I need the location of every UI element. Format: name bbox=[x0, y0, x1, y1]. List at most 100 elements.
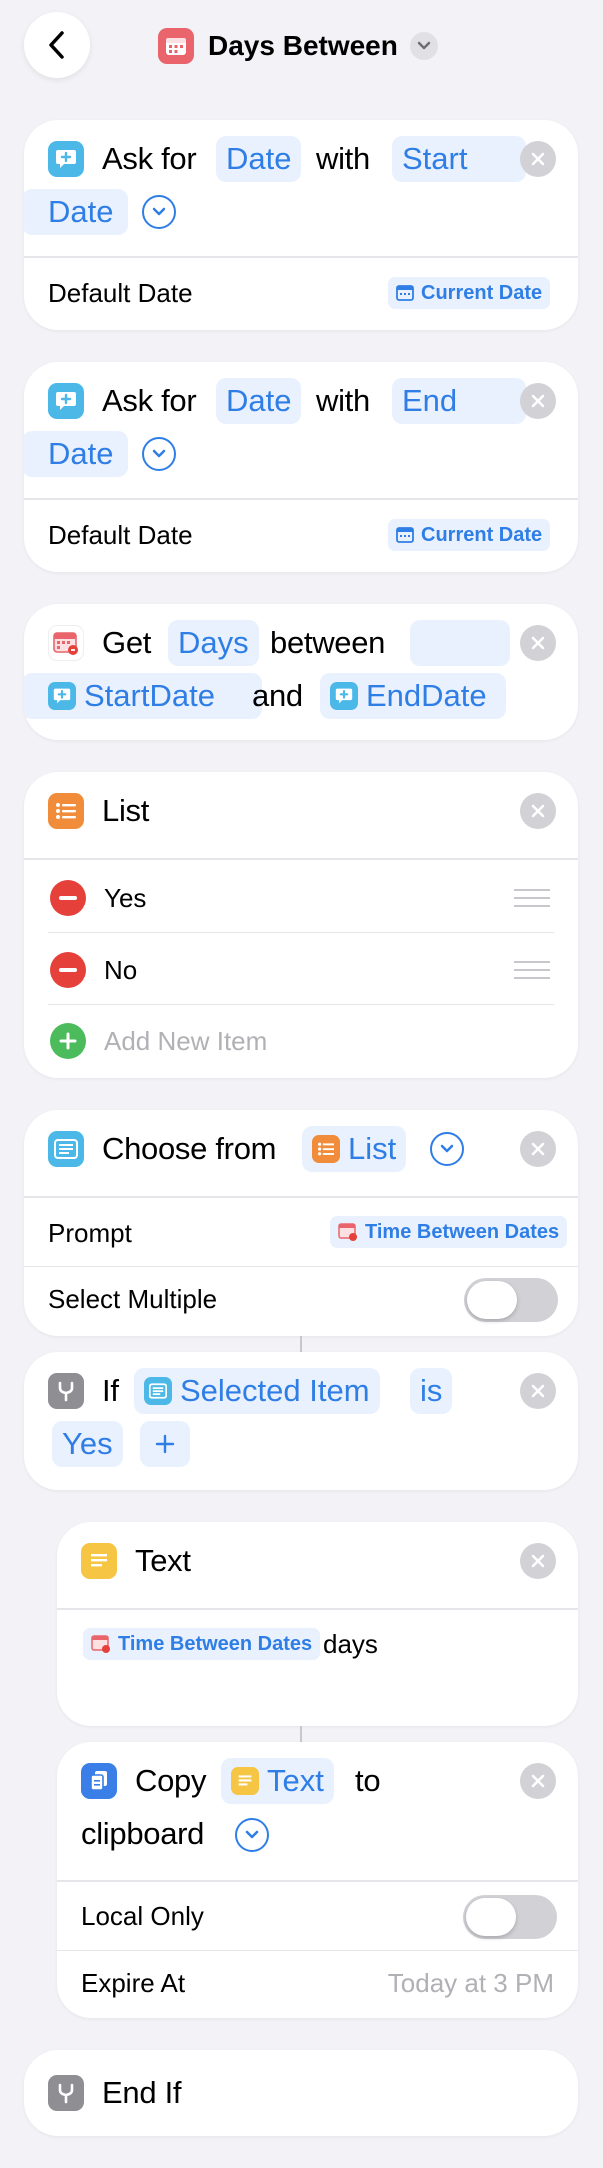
remove-action-button[interactable] bbox=[520, 625, 556, 661]
between-label: between bbox=[270, 625, 386, 660]
time-between-variable[interactable]: Time Between Dates bbox=[83, 1628, 321, 1660]
end-if-action[interactable]: End If bbox=[24, 2050, 578, 2136]
chevron-left-icon bbox=[49, 31, 64, 59]
expand-chevron-icon[interactable] bbox=[235, 1818, 269, 1852]
text-icon bbox=[81, 1543, 117, 1579]
end-date-variable[interactable]: EndDate bbox=[320, 673, 506, 719]
remove-action-button[interactable] bbox=[520, 1543, 556, 1579]
with-label: with bbox=[316, 383, 370, 418]
shortcut-title-button[interactable]: Days Between bbox=[158, 28, 440, 64]
calendar-small-icon bbox=[396, 527, 414, 543]
chevron-down-icon[interactable] bbox=[410, 32, 438, 60]
input-type-token[interactable]: Date bbox=[216, 136, 302, 182]
copy-label: Copy bbox=[135, 1763, 207, 1798]
condition-token[interactable]: is bbox=[410, 1368, 453, 1414]
question-field-line1[interactable]: End bbox=[392, 378, 526, 424]
add-new-item-field[interactable]: Add New Item bbox=[104, 1024, 267, 1058]
list-item[interactable]: Yes bbox=[104, 881, 146, 915]
add-condition-button[interactable] bbox=[140, 1421, 190, 1467]
text-action[interactable]: Text Time Between Dates days bbox=[57, 1522, 578, 1726]
default-date-label: Default Date bbox=[48, 278, 193, 308]
calendar-small-icon bbox=[91, 1635, 110, 1653]
divider bbox=[48, 932, 554, 933]
default-date-value[interactable]: Current Date bbox=[388, 519, 551, 551]
remove-action-button[interactable] bbox=[520, 1373, 556, 1409]
divider bbox=[57, 1880, 578, 1882]
text-icon bbox=[231, 1767, 259, 1795]
input-type-token[interactable]: Date bbox=[216, 378, 302, 424]
question-field-line2[interactable]: Date bbox=[24, 431, 128, 477]
ask-for-input-action-2[interactable]: Ask for Date with End Date Default Date … bbox=[24, 362, 578, 572]
divider bbox=[57, 1950, 578, 1951]
list-icon bbox=[312, 1135, 340, 1163]
text-suffix[interactable]: days bbox=[323, 1627, 378, 1661]
plus-icon bbox=[59, 1032, 77, 1050]
remove-action-button[interactable] bbox=[520, 141, 556, 177]
list-item[interactable]: No bbox=[104, 953, 137, 987]
divider bbox=[57, 1608, 578, 1610]
list-variable-token[interactable]: List bbox=[302, 1126, 407, 1172]
branch-icon bbox=[48, 1373, 84, 1409]
plus-icon bbox=[155, 1434, 175, 1454]
close-icon bbox=[531, 1774, 545, 1788]
local-only-toggle[interactable] bbox=[463, 1895, 557, 1939]
reorder-handle-icon[interactable] bbox=[514, 889, 550, 907]
prompt-value-variable[interactable]: Time Between Dates bbox=[330, 1216, 568, 1248]
close-icon bbox=[531, 152, 545, 166]
reorder-handle-icon[interactable] bbox=[514, 961, 550, 979]
question-field-line1[interactable]: Start bbox=[392, 136, 526, 182]
calendar-small-icon bbox=[396, 285, 414, 301]
choose-from-list-action[interactable]: Choose from List Prompt Time Between Dat… bbox=[24, 1110, 578, 1336]
close-icon bbox=[531, 1384, 545, 1398]
ask-input-icon bbox=[48, 141, 84, 177]
text-variable-token[interactable]: Text bbox=[221, 1758, 334, 1804]
connector-line bbox=[300, 1726, 302, 1742]
expire-at-value[interactable]: Today at 3 PM bbox=[388, 1966, 554, 2000]
unit-token[interactable]: Days bbox=[168, 620, 259, 666]
close-icon bbox=[531, 804, 545, 818]
delete-item-button[interactable] bbox=[50, 880, 86, 916]
prompt-label: Prompt bbox=[48, 1218, 132, 1248]
expand-chevron-icon[interactable] bbox=[430, 1132, 464, 1166]
back-button[interactable] bbox=[24, 12, 90, 78]
list-action[interactable]: List Yes No Add New Item bbox=[24, 772, 578, 1078]
selected-item-variable[interactable]: Selected Item bbox=[134, 1368, 380, 1414]
choose-list-icon bbox=[48, 1131, 84, 1167]
if-label: If bbox=[102, 1373, 119, 1408]
remove-action-button[interactable] bbox=[520, 793, 556, 829]
remove-action-button[interactable] bbox=[520, 1131, 556, 1167]
remove-action-button[interactable] bbox=[520, 383, 556, 419]
copy-to-clipboard-action[interactable]: Copy Text to clipboard Local Only Expire… bbox=[57, 1742, 578, 2018]
ask-for-label: Ask for bbox=[102, 141, 197, 176]
remove-action-button[interactable] bbox=[520, 1763, 556, 1799]
empty-token[interactable] bbox=[410, 620, 510, 666]
get-label: Get bbox=[102, 625, 152, 660]
start-date-variable[interactable]: StartDate bbox=[24, 673, 262, 719]
local-only-label: Local Only bbox=[81, 1901, 204, 1931]
if-action[interactable]: If Selected Item is Yes bbox=[24, 1352, 578, 1490]
ask-input-icon bbox=[330, 682, 358, 710]
divider bbox=[24, 1266, 578, 1267]
expire-at-label: Expire At bbox=[81, 1968, 186, 1998]
ask-for-input-action-1[interactable]: Ask for Date with Start Date Default Dat… bbox=[24, 120, 578, 330]
end-if-label: End If bbox=[102, 2075, 182, 2110]
expand-chevron-icon[interactable] bbox=[142, 195, 176, 229]
get-time-between-action[interactable]: Get Days between StartDate and EndDate bbox=[24, 604, 578, 740]
calendar-icon bbox=[158, 28, 194, 64]
question-field-line2[interactable]: Date bbox=[24, 189, 128, 235]
delete-item-button[interactable] bbox=[50, 952, 86, 988]
select-multiple-toggle[interactable] bbox=[464, 1278, 558, 1322]
ask-input-icon bbox=[48, 383, 84, 419]
to-label: to bbox=[355, 1763, 381, 1798]
select-multiple-label: Select Multiple bbox=[48, 1284, 218, 1314]
expand-chevron-icon[interactable] bbox=[142, 437, 176, 471]
add-item-button[interactable] bbox=[50, 1023, 86, 1059]
divider bbox=[24, 256, 578, 258]
close-icon bbox=[531, 1554, 545, 1568]
default-date-label: Default Date bbox=[48, 520, 193, 550]
close-icon bbox=[531, 636, 545, 650]
default-date-value[interactable]: Current Date bbox=[388, 277, 551, 309]
calendar-icon bbox=[48, 625, 84, 661]
value-token[interactable]: Yes bbox=[52, 1421, 123, 1467]
with-label: with bbox=[316, 141, 370, 176]
